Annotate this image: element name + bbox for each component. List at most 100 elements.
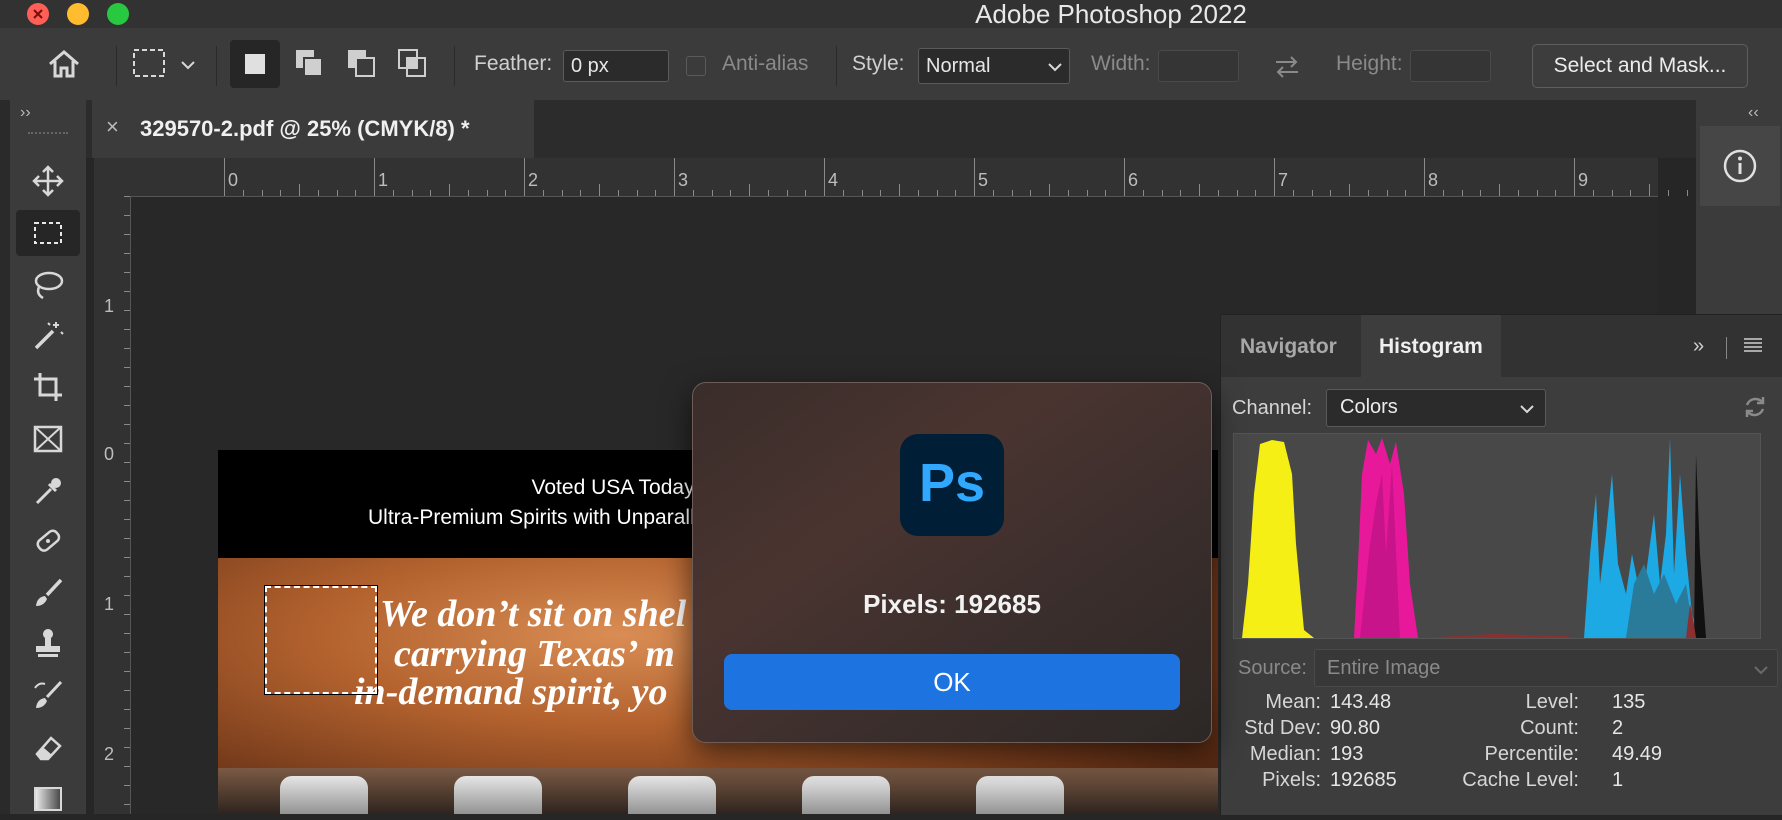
stats-left-labels: Mean: Std Dev: Median: Pixels: xyxy=(1221,689,1321,793)
tab-close-button[interactable]: × xyxy=(106,114,119,140)
refresh-histogram-button[interactable] xyxy=(1741,393,1769,426)
ruler-tick xyxy=(1574,158,1575,196)
move-tool[interactable] xyxy=(16,158,80,204)
magic-wand-tool[interactable] xyxy=(16,312,80,358)
ruler-tick xyxy=(374,158,375,196)
ruler-label: 6 xyxy=(1128,170,1139,190)
ruler-label: 1 xyxy=(104,296,115,316)
histogram-panel: Navigator Histogram » Channel: Colors So… xyxy=(1220,314,1782,815)
subtract-selection-button[interactable] xyxy=(337,40,387,88)
bottle-cap xyxy=(802,776,890,814)
height-input[interactable] xyxy=(1410,50,1491,82)
feather-input[interactable]: 0 px xyxy=(563,50,669,82)
new-selection-icon xyxy=(245,54,265,74)
frame-tool[interactable] xyxy=(16,416,80,462)
frame-icon xyxy=(33,425,63,453)
stat-count-value: 2 xyxy=(1612,717,1624,739)
bottle-cap xyxy=(628,776,716,814)
expand-toolbar-icon[interactable]: ›› xyxy=(20,104,31,122)
ruler-label: 0 xyxy=(104,444,115,464)
ruler-label: 7 xyxy=(1278,170,1289,190)
marquee-tool-preset[interactable] xyxy=(132,46,202,82)
marquee-selection[interactable] xyxy=(264,585,378,695)
ruler-label: 1 xyxy=(378,170,389,190)
height-label: Height: xyxy=(1336,52,1403,75)
ruler-label: 5 xyxy=(978,170,989,190)
eyedropper-tool[interactable] xyxy=(16,468,80,514)
brush-tool[interactable] xyxy=(16,570,80,616)
intersect-selection-button[interactable] xyxy=(388,40,438,88)
crop-tool[interactable] xyxy=(16,364,80,410)
channel-label: Channel: xyxy=(1232,397,1313,419)
tab-navigator[interactable]: Navigator xyxy=(1221,315,1361,377)
ruler-label: 1 xyxy=(104,594,115,614)
source-label: Source: xyxy=(1238,657,1307,679)
tab-histogram-label: Histogram xyxy=(1379,335,1483,358)
stat-stddev-value: 90.80 xyxy=(1330,717,1381,739)
alert-dialog: Ps Pixels: 192685 OK xyxy=(692,382,1212,743)
antialias-checkbox[interactable] xyxy=(686,56,706,76)
style-label: Style: xyxy=(852,52,905,75)
chevron-down-icon xyxy=(1520,405,1534,414)
vertical-ruler: 1 0 1 2 xyxy=(94,196,131,814)
bottle-cap xyxy=(976,776,1064,814)
photoshop-logo-text: Ps xyxy=(918,453,986,513)
channel-select[interactable]: Colors xyxy=(1326,389,1546,427)
history-brush-tool[interactable] xyxy=(16,672,80,718)
add-selection-button[interactable] xyxy=(285,40,335,88)
style-select[interactable]: Normal xyxy=(918,48,1070,84)
gradient-tool[interactable] xyxy=(16,774,80,820)
ok-button[interactable]: OK xyxy=(724,654,1180,710)
histogram-graph xyxy=(1233,433,1761,639)
ruler-tick xyxy=(1424,158,1425,196)
healing-brush-tool[interactable] xyxy=(16,518,80,564)
home-button[interactable] xyxy=(44,44,84,84)
clone-stamp-tool[interactable] xyxy=(16,620,80,666)
source-select[interactable]: Entire Image xyxy=(1314,649,1778,687)
magic-wand-icon xyxy=(34,322,64,350)
ruler-label: 2 xyxy=(528,170,539,190)
lasso-icon xyxy=(34,271,64,300)
ruler-tick xyxy=(1274,158,1275,196)
crop-icon xyxy=(34,373,62,401)
ruler-tick xyxy=(974,158,975,196)
stat-mean-value: 143.48 xyxy=(1330,691,1392,713)
rectangular-marquee-tool[interactable] xyxy=(16,210,80,256)
channel-select-value: Colors xyxy=(1340,396,1398,418)
collapse-dock-icon[interactable]: ‹‹ xyxy=(1748,104,1759,122)
options-bar: Feather: 0 px Anti-alias Style: Normal W… xyxy=(0,28,1782,101)
bandage-icon xyxy=(36,529,61,552)
width-input[interactable] xyxy=(1158,50,1239,82)
new-selection-button[interactable] xyxy=(230,40,280,88)
ruler-label: 0 xyxy=(228,170,239,190)
width-label: Width: xyxy=(1091,52,1151,75)
dialog-message: Pixels: 192685 xyxy=(863,589,1041,619)
document-tab[interactable]: × 329570-2.pdf @ 25% (CMYK/8) * xyxy=(92,100,534,158)
panel-menu-button[interactable] xyxy=(1741,333,1765,362)
rect-marquee-tool-icon xyxy=(34,222,62,244)
bottle-cap xyxy=(454,776,542,814)
document-headline-line1: We don’t sit on shel xyxy=(380,593,687,635)
swap-dimensions-button[interactable] xyxy=(1272,52,1302,82)
select-and-mask-button[interactable]: Select and Mask... xyxy=(1532,44,1748,88)
tab-histogram[interactable]: Histogram xyxy=(1361,315,1501,377)
stat-pixels-value: 192685 xyxy=(1330,769,1397,791)
hamburger-menu-icon xyxy=(1744,338,1762,352)
ruler-label: 2 xyxy=(104,744,115,764)
info-panel-button[interactable] xyxy=(1700,126,1780,206)
histogram-chart xyxy=(1242,438,1706,638)
ruler-tick xyxy=(1124,158,1125,196)
eraser-tool[interactable] xyxy=(16,724,80,770)
eyedropper-icon xyxy=(35,478,61,505)
tab-navigator-label: Navigator xyxy=(1240,335,1337,358)
intersect-selection-icon xyxy=(398,49,426,77)
stat-cache-level-label: Cache Level: xyxy=(1462,769,1579,791)
panel-expand-icon[interactable]: » xyxy=(1693,335,1704,358)
stats-right-labels: Level: Count: Percentile: Cache Level: xyxy=(1451,689,1579,793)
add-selection-icon xyxy=(296,50,323,77)
stat-stddev-label: Std Dev: xyxy=(1244,717,1321,739)
lasso-tool[interactable] xyxy=(16,262,80,308)
info-icon xyxy=(1723,149,1757,183)
brush-icon xyxy=(36,578,63,606)
stat-cache-level-value: 1 xyxy=(1612,769,1624,791)
